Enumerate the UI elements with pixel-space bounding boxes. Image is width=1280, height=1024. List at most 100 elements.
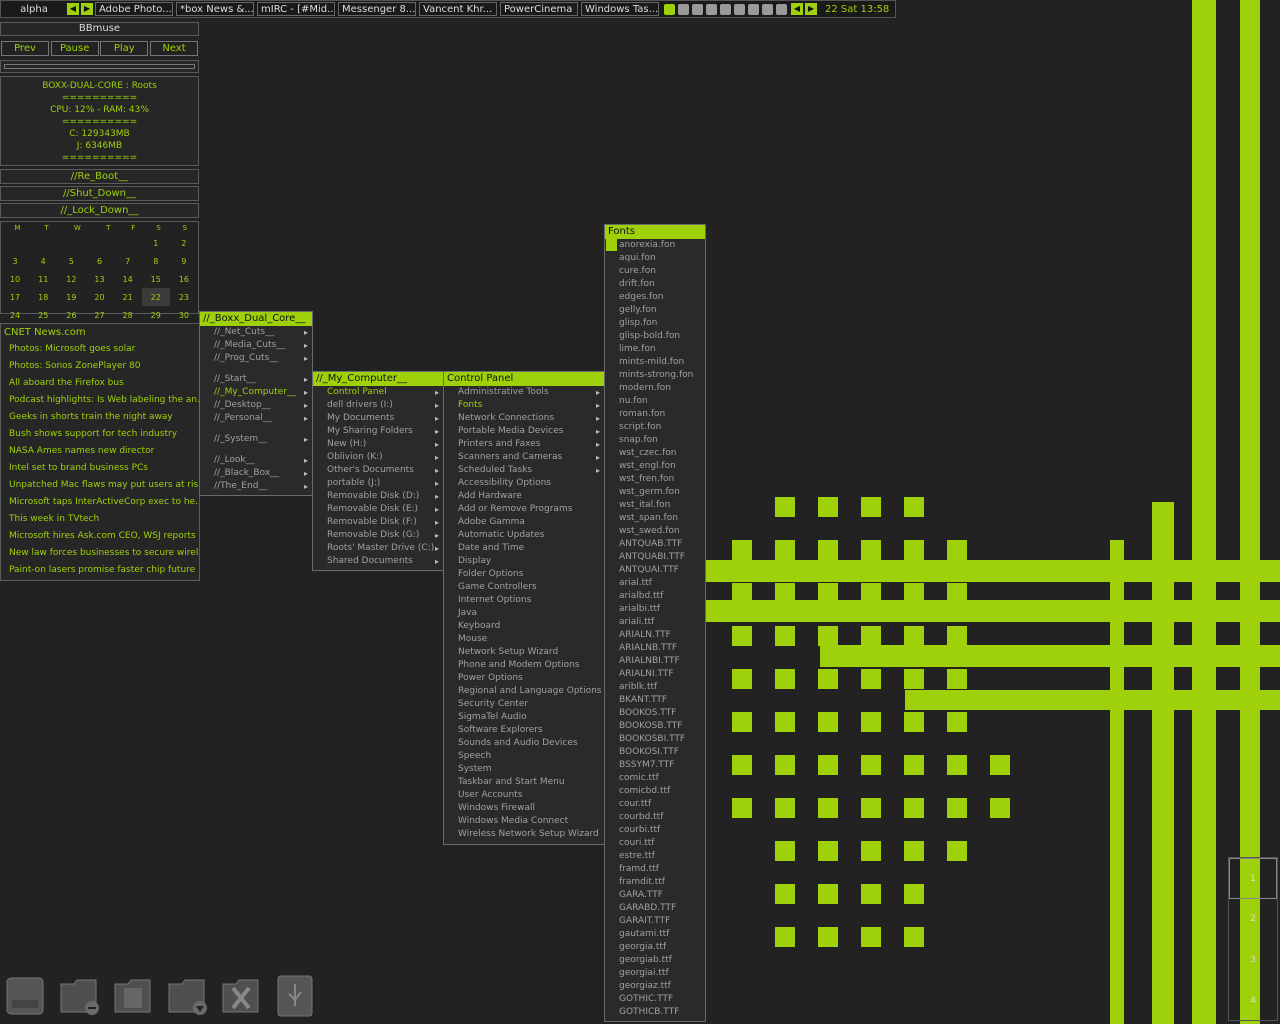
computer-menu-item[interactable]: Shared Documents: [313, 555, 443, 568]
calendar-day[interactable]: 25: [29, 306, 57, 324]
calendar-day[interactable]: 8: [142, 252, 170, 270]
task-button[interactable]: Vancent Khr...: [419, 2, 497, 16]
tray-icon[interactable]: [678, 3, 689, 15]
pager-workspace-2[interactable]: 2: [1229, 899, 1277, 940]
fonts-menu-item[interactable]: anorexia.fon: [605, 239, 705, 252]
fonts-menu-item[interactable]: courbi.ttf: [605, 824, 705, 837]
calendar-day[interactable]: 14: [114, 270, 142, 288]
pager-workspace-4[interactable]: 4: [1229, 981, 1277, 1022]
news-item[interactable]: Microsoft hires Ask.com CEO, WSJ reports: [1, 528, 199, 545]
computer-menu-item[interactable]: Other's Documents: [313, 464, 443, 477]
computer-menu-item[interactable]: portable (J:): [313, 477, 443, 490]
tray-icon[interactable]: [706, 3, 717, 15]
shutdown-button[interactable]: //Shut_Down__: [0, 186, 199, 201]
root-menu-item[interactable]: //_My_Computer__: [200, 386, 312, 399]
calendar-day[interactable]: 12: [57, 270, 85, 288]
tray-icon[interactable]: [664, 3, 675, 15]
news-item[interactable]: This week in TVtech: [1, 511, 199, 528]
lockdown-button[interactable]: //_Lock_Down__: [0, 203, 199, 218]
fonts-menu-item[interactable]: edges.fon: [605, 291, 705, 304]
news-item[interactable]: Unpatched Mac flaws may put users at ris…: [1, 477, 199, 494]
control-menu-item[interactable]: Folder Options: [444, 568, 604, 581]
documents-icon[interactable]: [112, 972, 154, 1018]
calendar-day[interactable]: 18: [29, 288, 57, 306]
control-menu-item[interactable]: Security Center: [444, 698, 604, 711]
calendar-day[interactable]: 26: [57, 306, 85, 324]
control-menu-item[interactable]: Fonts: [444, 399, 604, 412]
computer-menu-item[interactable]: New (H:): [313, 438, 443, 451]
fonts-menu-item[interactable]: arialbi.ttf: [605, 603, 705, 616]
control-menu-item[interactable]: Scheduled Tasks: [444, 464, 604, 477]
fonts-menu-item[interactable]: wst_czec.fon: [605, 447, 705, 460]
fonts-menu-item[interactable]: framdit.ttf: [605, 876, 705, 889]
news-item[interactable]: Intel set to brand business PCs: [1, 460, 199, 477]
fonts-menu-item[interactable]: script.fon: [605, 421, 705, 434]
fonts-menu-item[interactable]: arialbd.ttf: [605, 590, 705, 603]
fonts-menu-item[interactable]: mints-mild.fon: [605, 356, 705, 369]
pause-button[interactable]: Pause: [50, 41, 99, 56]
fonts-menu-item[interactable]: estre.ttf: [605, 850, 705, 863]
fonts-menu-item[interactable]: BOOKOS.TTF: [605, 707, 705, 720]
reboot-button[interactable]: //Re_Boot__: [0, 169, 199, 184]
calendar-day[interactable]: 28: [114, 306, 142, 324]
fonts-menu-item[interactable]: wst_span.fon: [605, 512, 705, 525]
control-menu-item[interactable]: Adobe Gamma: [444, 516, 604, 529]
fonts-menu-item[interactable]: mints-strong.fon: [605, 369, 705, 382]
fonts-menu-item[interactable]: ARIALN.TTF: [605, 629, 705, 642]
root-menu-item[interactable]: //_Start__: [200, 373, 312, 386]
calendar-day[interactable]: 6: [85, 252, 113, 270]
folder-remove-icon[interactable]: [58, 972, 100, 1018]
control-menu-item[interactable]: Mouse: [444, 633, 604, 646]
news-item[interactable]: All aboard the Firefox bus: [1, 375, 199, 392]
root-menu-item[interactable]: //_System__: [200, 433, 312, 446]
control-menu-item[interactable]: Scanners and Cameras: [444, 451, 604, 464]
news-title[interactable]: CNET News.com: [1, 324, 199, 341]
fonts-menu-item[interactable]: GOTHIC.TTF: [605, 993, 705, 1006]
computer-menu-item[interactable]: Oblivion (K:): [313, 451, 443, 464]
root-menu-item[interactable]: //_Desktop__: [200, 399, 312, 412]
fonts-menu-item[interactable]: BOOKOSBI.TTF: [605, 733, 705, 746]
usb-icon[interactable]: [274, 972, 316, 1018]
fonts-menu-item[interactable]: georgiab.ttf: [605, 954, 705, 967]
prev-button[interactable]: Prev: [1, 41, 49, 56]
news-item[interactable]: Paint-on lasers promise faster chip futu…: [1, 562, 199, 579]
calendar-day[interactable]: 21: [114, 288, 142, 306]
news-item[interactable]: Podcast highlights: Is Web labeling the …: [1, 392, 199, 409]
calendar-day[interactable]: 16: [170, 270, 198, 288]
fonts-menu-item[interactable]: nu.fon: [605, 395, 705, 408]
root-menu-item[interactable]: //_Net_Cuts__: [200, 326, 312, 339]
fonts-menu-item[interactable]: BKANT.TTF: [605, 694, 705, 707]
control-menu-item[interactable]: Network Setup Wizard: [444, 646, 604, 659]
drive-icon[interactable]: [4, 972, 46, 1018]
fonts-menu-item[interactable]: lime.fon: [605, 343, 705, 356]
progress-track[interactable]: [4, 64, 195, 69]
calendar-day[interactable]: 7: [114, 252, 142, 270]
task-button[interactable]: PowerCinema: [500, 2, 578, 16]
task-button[interactable]: mIRC - [#Mid...: [257, 2, 335, 16]
computer-menu-item[interactable]: Removable Disk (E:): [313, 503, 443, 516]
computer-menu-item[interactable]: My Documents: [313, 412, 443, 425]
news-item[interactable]: Photos: Microsoft goes solar: [1, 341, 199, 358]
fonts-menu-item[interactable]: wst_germ.fon: [605, 486, 705, 499]
computer-menu-item[interactable]: My Sharing Folders: [313, 425, 443, 438]
control-menu-item[interactable]: Windows Media Connect: [444, 815, 604, 828]
control-menu-item[interactable]: Power Options: [444, 672, 604, 685]
tray-prev-icon[interactable]: ◀: [791, 3, 803, 15]
fonts-menu-item[interactable]: BSSYM7.TTF: [605, 759, 705, 772]
fonts-menu-item[interactable]: GOTHICB.TTF: [605, 1006, 705, 1019]
control-menu-item[interactable]: Phone and Modem Options: [444, 659, 604, 672]
control-menu-item[interactable]: System: [444, 763, 604, 776]
fonts-menu-item[interactable]: cure.fon: [605, 265, 705, 278]
task-button[interactable]: Windows Tas...: [581, 2, 659, 16]
tray-next-icon[interactable]: ▶: [805, 3, 817, 15]
calendar-day[interactable]: 19: [57, 288, 85, 306]
calendar-day[interactable]: 24: [1, 306, 29, 324]
news-item[interactable]: Microsoft taps InterActiveCorp exec to h…: [1, 494, 199, 511]
player-progress[interactable]: [0, 60, 199, 73]
calendar-day[interactable]: 5: [57, 252, 85, 270]
fonts-menu-item[interactable]: aqui.fon: [605, 252, 705, 265]
fonts-menu-item[interactable]: arial.ttf: [605, 577, 705, 590]
computer-menu-item[interactable]: Removable Disk (F:): [313, 516, 443, 529]
news-item[interactable]: Geeks in shorts train the night away: [1, 409, 199, 426]
calendar-day[interactable]: 10: [1, 270, 29, 288]
